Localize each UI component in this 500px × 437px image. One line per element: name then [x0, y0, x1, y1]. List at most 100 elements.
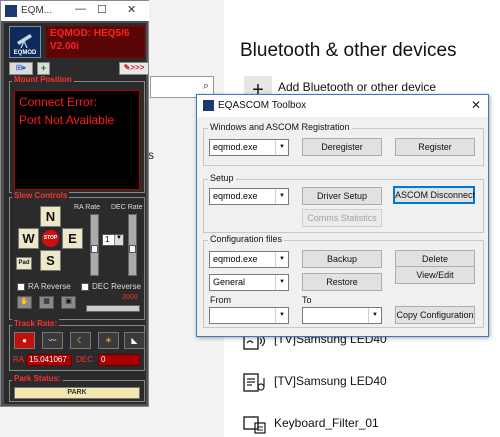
- configuration-files-group: Configuration files eqmod.exe ▼ Backup D…: [203, 234, 484, 328]
- eqmod-logo: EQMOD: [9, 26, 41, 58]
- park-button[interactable]: PARK: [14, 387, 140, 399]
- setup-group: Setup eqmod.exe ▼ Driver Setup ASCOM Dis…: [203, 173, 484, 233]
- lunar-rate-button[interactable]: ☾: [70, 332, 91, 349]
- connect-error-display: Connect Error: Port Not Available: [14, 90, 140, 190]
- registration-group: Windows and ASCOM Registration eqmod.exe…: [203, 122, 484, 166]
- slider-thumb[interactable]: [129, 245, 136, 253]
- banner-line-1: EQMOD: HEQ5/6: [50, 28, 130, 39]
- track-rate-frame: Track Rate: ● 〰 ☾ ☀ ◣ RA 15.041067 DEC 0: [9, 319, 145, 371]
- track-rate-title: Track Rate:: [12, 319, 60, 328]
- gamepad-icon[interactable]: ▣: [61, 296, 76, 309]
- slew-east-button[interactable]: E: [62, 228, 83, 249]
- setup-button[interactable]: ✎>>>: [119, 62, 149, 75]
- slider-value: 2000: [122, 294, 138, 301]
- config-driver-select[interactable]: eqmod.exe ▼: [209, 251, 289, 268]
- dec-rate-label: DEC Rate: [111, 204, 143, 211]
- display-toggle-button[interactable]: ⊞▸: [9, 62, 33, 75]
- slew-controls-frame: Slew Controls N W STOP E S Pad RA Rate D…: [9, 191, 145, 320]
- keyboard-device-icon: [243, 416, 266, 434]
- dialog-title: EQASCOM Toolbox: [218, 100, 307, 111]
- banner-line-2: V2.00i: [50, 41, 79, 52]
- eqmod-titlebar[interactable]: EQM... — ☐ ✕: [1, 1, 149, 21]
- slew-controls-title: Slew Controls: [12, 191, 70, 200]
- expand-button[interactable]: +: [37, 62, 50, 75]
- dec-label: DEC: [76, 355, 93, 364]
- app-icon: [5, 5, 17, 17]
- copy-configuration-button[interactable]: Copy Configuration: [395, 306, 475, 324]
- maximize-button[interactable]: ☐: [97, 3, 107, 16]
- copy-to-select[interactable]: ▼: [302, 307, 382, 324]
- track-stop-button[interactable]: ●: [14, 332, 35, 349]
- chevron-down-icon: ▼: [275, 308, 288, 323]
- to-label: To: [302, 295, 312, 305]
- ra-rate-slider[interactable]: [90, 214, 99, 276]
- ra-reverse-checkbox[interactable]: [17, 283, 25, 291]
- ascom-disconnect-button[interactable]: ASCOM Disconnect: [393, 186, 475, 204]
- slew-north-button[interactable]: N: [40, 206, 61, 227]
- pad-button[interactable]: Pad: [16, 257, 32, 270]
- ra-reverse-label: RA Reverse: [28, 282, 71, 291]
- media-device-icon: [243, 373, 265, 392]
- eqmod-toolbar: ⊞▸ + ✎>>>: [9, 62, 149, 75]
- chevron-down-icon: ▼: [368, 308, 381, 323]
- chevron-down-icon: ▼: [275, 189, 288, 204]
- minimize-button[interactable]: —: [75, 3, 86, 15]
- chevron-down-icon: ▼: [275, 140, 288, 155]
- add-device-label: Add Bluetooth or other device: [278, 80, 437, 94]
- step-slider[interactable]: [86, 305, 140, 312]
- mount-position-title: Mount Position: [12, 75, 74, 84]
- configuration-files-label: Configuration files: [208, 234, 285, 244]
- slew-west-button[interactable]: W: [18, 228, 39, 249]
- deregister-button[interactable]: Deregister: [302, 138, 382, 156]
- ra-label: RA: [13, 355, 25, 364]
- eqmod-panel: EQMOD EQMOD: HEQ5/6 V2.00i ⊞▸ + ✎>>> Mou…: [4, 23, 149, 404]
- window-title: EQM...: [21, 5, 53, 16]
- rate-select[interactable]: 1 ▼: [102, 234, 124, 246]
- grid-icon[interactable]: ▦: [39, 296, 54, 309]
- error-line-2: Port Not Available: [19, 113, 115, 127]
- comms-statistics-button: Comms Statistics: [302, 209, 382, 227]
- search-icon: ⌕: [202, 80, 209, 92]
- app-icon: [203, 100, 214, 111]
- custom-rate-button[interactable]: ◣: [124, 332, 145, 349]
- config-profile-select[interactable]: General ▼: [209, 274, 289, 291]
- restore-button[interactable]: Restore: [302, 273, 382, 291]
- toolbox-titlebar[interactable]: EQASCOM Toolbox ✕: [197, 95, 488, 117]
- toolbox-dialog: EQASCOM Toolbox ✕ Windows and ASCOM Regi…: [196, 94, 489, 337]
- dec-reverse-label: DEC Reverse: [92, 282, 141, 291]
- eqmod-window: EQM... — ☐ ✕ EQMOD EQMOD: HEQ5/6 V2.00i …: [0, 0, 149, 407]
- register-button[interactable]: Register: [395, 138, 475, 156]
- registration-group-label: Windows and ASCOM Registration: [208, 122, 352, 132]
- device-name: [TV]Samsung LED40: [274, 374, 387, 388]
- setup-driver-select[interactable]: eqmod.exe ▼: [209, 188, 289, 205]
- slew-south-button[interactable]: S: [40, 250, 61, 271]
- error-line-1: Connect Error:: [19, 95, 98, 109]
- solar-rate-button[interactable]: ☀: [98, 332, 119, 349]
- driver-setup-button[interactable]: Driver Setup: [302, 187, 382, 205]
- page-title: Bluetooth & other devices: [240, 40, 457, 61]
- setup-group-label: Setup: [208, 173, 236, 183]
- backup-button[interactable]: Backup: [302, 250, 382, 268]
- mount-position-frame: Mount Position Connect Error: Port Not A…: [9, 75, 145, 193]
- telescope-icon: [17, 34, 32, 48]
- park-status-frame: Park Status: PARK: [9, 374, 145, 402]
- device-name: Keyboard_Filter_01: [274, 416, 379, 430]
- chevron-down-icon: ▼: [275, 252, 288, 267]
- ra-rate-label: RA Rate: [74, 204, 101, 211]
- dec-rate-slider[interactable]: [128, 214, 137, 276]
- copy-from-select[interactable]: ▼: [209, 307, 289, 324]
- mount-banner: EQMOD: HEQ5/6 V2.00i: [46, 26, 145, 58]
- stop-button[interactable]: STOP: [42, 230, 59, 247]
- from-label: From: [210, 295, 231, 305]
- dec-reverse-checkbox[interactable]: [81, 283, 89, 291]
- sidereal-rate-button[interactable]: 〰: [42, 332, 63, 349]
- registration-driver-select[interactable]: eqmod.exe ▼: [209, 139, 289, 156]
- ra-rate-field[interactable]: 15.041067: [26, 354, 72, 366]
- park-status-title: Park Status:: [12, 374, 63, 383]
- close-button[interactable]: ✕: [127, 3, 136, 16]
- dec-rate-field[interactable]: 0: [98, 354, 140, 366]
- hand-icon[interactable]: ✋: [17, 296, 32, 309]
- slider-thumb[interactable]: [91, 245, 98, 253]
- close-button[interactable]: ✕: [471, 98, 481, 112]
- view-edit-button[interactable]: View/Edit: [395, 266, 475, 284]
